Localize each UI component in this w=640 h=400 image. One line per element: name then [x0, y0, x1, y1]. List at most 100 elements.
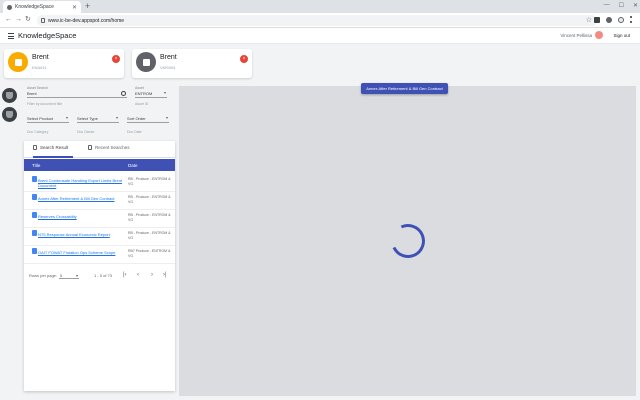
card-comment-icon [136, 52, 156, 72]
sort-select[interactable]: Sort Order ▾ [127, 113, 169, 123]
app-title: KnowledgeSpace [18, 31, 77, 40]
rows-per-page-select[interactable]: 5 ▾ [59, 271, 79, 279]
favicon-icon [7, 4, 12, 10]
extension-icon[interactable] [594, 16, 600, 23]
document-icon [32, 176, 37, 182]
chevron-down-icon: ▾ [65, 115, 68, 120]
product-select[interactable]: Select Product ▾ [27, 113, 69, 123]
url-input[interactable] [48, 16, 468, 25]
card-subtitle: ENA611 [32, 65, 47, 70]
tab-search-result[interactable]: Search Result [33, 145, 73, 158]
chevron-down-icon: ▾ [163, 90, 166, 95]
address-bar[interactable]: ☆ [37, 15, 597, 26]
document-link[interactable]: NT5 Response Annual Economic Report [38, 232, 124, 237]
minimize-icon[interactable]: — [604, 2, 610, 9]
card-remove-icon[interactable]: × [240, 55, 248, 63]
field-value: Select Product [27, 116, 54, 121]
window-controls: — ☐ ✕ [604, 2, 638, 9]
card-remove-icon[interactable]: × [112, 55, 120, 63]
document-icon [33, 145, 37, 150]
last-page-icon[interactable]: ›| [163, 271, 167, 279]
document-date: RB - Produce - ENTROM & VG [128, 195, 171, 204]
document-date: RB7 Produce - ENTROM & VG [128, 249, 171, 258]
field-hint: Asset ID [135, 102, 149, 106]
table-header: Title Date [24, 159, 175, 171]
document-link[interactable]: Brent Condensate Handling Export Limits … [38, 178, 124, 188]
field-value: Select Type [77, 116, 98, 121]
tab-recent-searches[interactable]: Recent Searches [88, 145, 138, 158]
field-hint: Doc Owner [77, 130, 95, 134]
table-row[interactable]: Reserves Crossability RB - Produce - ENT… [24, 210, 175, 228]
tab-label: Recent Searches [95, 145, 130, 150]
column-header-date[interactable]: Date [128, 163, 138, 168]
asset-select[interactable]: Asset ENTROM ▾ [135, 86, 167, 98]
card-subtitle: VMS904 [160, 65, 176, 70]
rail-person-icon[interactable] [2, 88, 17, 103]
first-page-icon[interactable]: |‹ [123, 271, 127, 279]
rows-per-page-value: 5 [60, 273, 63, 278]
asset-card[interactable]: Brent VMS904 × [132, 49, 252, 78]
tab-label: Search Result [40, 145, 69, 150]
chevron-down-icon: ▾ [115, 115, 118, 120]
document-link[interactable]: Annex After Retirement & Bill Gen Contra… [38, 196, 124, 201]
browser-tab-title: KnowledgeSpace [15, 4, 54, 10]
field-hint: Doc Category [27, 130, 49, 134]
back-icon[interactable]: ← [5, 16, 12, 24]
extension-icon[interactable] [606, 16, 612, 23]
table-row[interactable]: NT5 Response Annual Economic Report RB -… [24, 228, 175, 246]
chevron-down-icon: ▾ [165, 115, 168, 120]
table-row[interactable]: Brent Condensate Handling Export Limits … [24, 174, 175, 192]
page-range: 1 - 5 of 73 [94, 273, 113, 278]
table-pagination: Rows per page: 5 ▾ 1 - 5 of 73 |‹ ‹ › ›| [24, 269, 175, 283]
chevron-down-icon: ▾ [75, 273, 78, 278]
sign-out-button[interactable]: Sign out [613, 32, 630, 40]
document-date: RB - Produce - ENTROM & VG [128, 213, 171, 222]
type-select[interactable]: Select Type ▾ [77, 113, 119, 123]
field-value: Brent [27, 91, 37, 96]
document-icon [32, 248, 37, 254]
prev-page-icon[interactable]: ‹ [137, 271, 139, 279]
results-tabs: Search Result Recent Searches [24, 141, 175, 158]
user-name: Vincent Pellissa [560, 33, 592, 38]
card-name: Brent [160, 54, 177, 61]
rows-per-page-label: Rows per page: [29, 273, 58, 278]
document-icon [32, 212, 37, 218]
filter-form: Asset Search Brent Asset ENTROM ▾ Filter… [24, 83, 174, 141]
document-title-chip: Annex After Retirement & Bill Gen Contra… [361, 83, 448, 94]
document-date: RB - Produce - ENTROM & VG [128, 177, 171, 186]
table-row[interactable]: Annex After Retirement & Bill Gen Contra… [24, 192, 175, 210]
history-icon [88, 145, 92, 150]
rail-cloud-icon[interactable] [2, 107, 17, 122]
search-icon[interactable] [121, 91, 126, 96]
field-label: Asset Search [27, 86, 48, 90]
forward-icon[interactable]: → [15, 16, 22, 24]
asset-search-field[interactable]: Asset Search Brent [27, 86, 127, 98]
profile-icon[interactable] [618, 16, 624, 23]
reload-icon[interactable]: ↻ [25, 16, 31, 24]
browser-toolbar: ← → ↻ ☆ [0, 13, 640, 28]
field-value: ENTROM [135, 91, 153, 96]
bookmark-star-icon[interactable]: ☆ [586, 16, 592, 25]
field-hint: Doc Date [127, 130, 142, 134]
close-window-icon[interactable]: ✕ [633, 2, 638, 9]
close-tab-icon[interactable]: ✕ [72, 4, 77, 11]
results-panel: Search Result Recent Searches Title Date… [24, 141, 175, 391]
next-page-icon[interactable]: › [151, 271, 153, 279]
document-link[interactable]: OAIT FOWAT Flotation Ops Scheme Scope [38, 250, 124, 255]
hamburger-menu-icon[interactable] [8, 33, 14, 39]
field-value: Sort Order [127, 116, 146, 121]
browser-tab[interactable]: KnowledgeSpace ✕ [3, 1, 81, 13]
field-label: Asset [135, 86, 144, 90]
document-link[interactable]: Reserves Crossability [38, 214, 124, 219]
column-header-title[interactable]: Title [32, 163, 40, 168]
field-hint: Filter by document title [27, 102, 63, 106]
avatar[interactable] [595, 31, 603, 39]
browser-menu-icon[interactable] [630, 16, 632, 23]
new-tab-icon[interactable]: + [85, 1, 90, 11]
card-folder-icon [8, 52, 28, 72]
browser-tabstrip: KnowledgeSpace ✕ + — ☐ ✕ [0, 0, 640, 13]
card-name: Brent [32, 54, 49, 61]
table-row[interactable]: OAIT FOWAT Flotation Ops Scheme Scope RB… [24, 246, 175, 264]
asset-card[interactable]: Brent ENA611 × [4, 49, 124, 78]
maximize-icon[interactable]: ☐ [619, 2, 624, 9]
